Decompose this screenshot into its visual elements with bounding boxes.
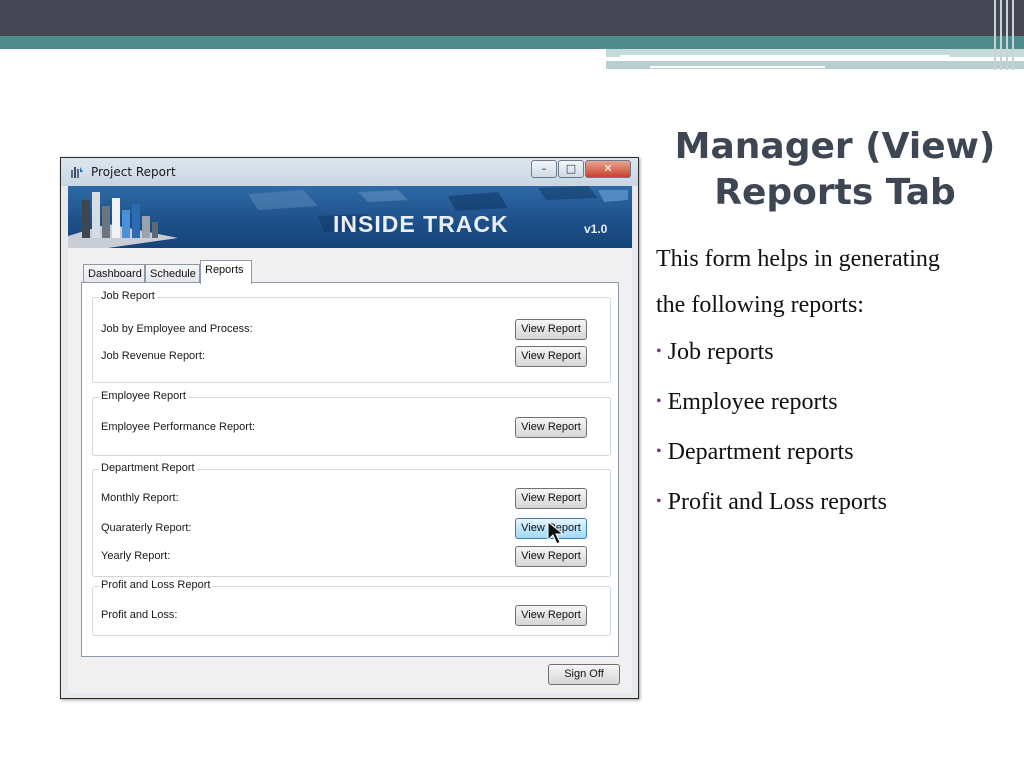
bullet-text: Profit and Loss reports [667, 489, 887, 515]
report-label: Profit and Loss: [101, 609, 178, 621]
inside-track-banner: INSIDE TRACK v1.0 [68, 186, 632, 248]
profit-loss-report-group: Profit and Loss Report Profit and Loss: … [92, 579, 611, 636]
report-label: Monthly Report: [101, 492, 179, 504]
close-button[interactable]: ✕ [585, 160, 631, 178]
bullet-text: Job reports [667, 339, 774, 365]
group-title: Department Report [99, 462, 197, 474]
minimize-button[interactable]: – [531, 160, 557, 178]
bullet-list: • Job reports • Employee reports • Departme… [656, 334, 1016, 534]
button-label: View Report [521, 550, 581, 562]
slide-title-line: Reports Tab [714, 172, 956, 213]
slide-title: Manager (View) Reports Tab [660, 124, 1010, 216]
department-report-group: Department Report Monthly Report: View R… [92, 462, 611, 577]
group-title: Employee Report [99, 390, 188, 402]
bullet-icon: • [656, 493, 662, 510]
button-label: View Report [521, 609, 581, 621]
brand-name: INSIDE TRACK [333, 211, 509, 237]
report-label: Employee Performance Report: [101, 421, 256, 433]
intro-text: the following reports: [656, 292, 864, 318]
bullet-icon: • [656, 343, 662, 360]
view-report-button[interactable]: View Report [515, 319, 587, 340]
button-label: View Report [521, 421, 581, 433]
app-icon [71, 167, 83, 178]
group-title: Profit and Loss Report [99, 579, 213, 591]
slide-header-stripe [1000, 0, 1002, 70]
slide-header-line [650, 66, 825, 68]
report-label: Job by Employee and Process: [101, 323, 253, 335]
slide-header-stripe [1012, 0, 1014, 70]
version-label: v1.0 [584, 222, 608, 236]
project-report-window: Project Report – □ ✕ INSIDE TRACK v1.0 D [60, 157, 639, 699]
slide-body: This form helps in generating the follow… [656, 236, 1016, 534]
tab-dashboard[interactable]: Dashboard [83, 264, 145, 283]
button-label: View Report [521, 323, 581, 335]
slide-header-stripe [1006, 0, 1008, 70]
job-report-group: Job Report Job by Employee and Process: … [92, 290, 611, 383]
close-icon: ✕ [603, 162, 613, 175]
employee-report-group: Employee Report Employee Performance Rep… [92, 390, 611, 456]
slide-header-bar [0, 0, 1024, 36]
view-report-button[interactable]: View Report [515, 346, 587, 367]
tab-reports[interactable]: Reports [200, 260, 252, 284]
bullet-item: • Employee reports [656, 384, 1016, 434]
bullet-text: Employee reports [667, 389, 838, 415]
reports-tab-panel: Job Report Job by Employee and Process: … [81, 282, 619, 657]
window-titlebar[interactable]: Project Report – □ ✕ [61, 158, 638, 186]
view-report-button[interactable]: View Report [515, 605, 587, 626]
group-title: Job Report [99, 290, 157, 302]
slide-header-line [620, 55, 950, 57]
slide-header-stripe [994, 0, 996, 70]
bullet-text: Department reports [667, 439, 854, 465]
bullet-icon: • [656, 393, 662, 410]
view-report-button[interactable]: View Report [515, 488, 587, 509]
mouse-pointer-icon [547, 520, 565, 545]
bullet-item: • Department reports [656, 434, 1016, 484]
maximize-button[interactable]: □ [558, 160, 584, 178]
bullet-icon: • [656, 443, 662, 460]
report-label: Job Revenue Report: [101, 350, 205, 362]
tab-label: Schedule [150, 268, 196, 280]
slide-title-line: Manager (View) [674, 126, 996, 167]
button-label: View Report [521, 492, 581, 504]
sign-off-button[interactable]: Sign Off [548, 664, 620, 685]
bullet-item: • Job reports [656, 334, 1016, 384]
intro-text: This form helps in generating [656, 246, 940, 272]
maximize-icon: □ [565, 162, 577, 175]
tab-label: Reports [205, 264, 244, 276]
tab-schedule[interactable]: Schedule [145, 264, 200, 283]
bullet-item: • Profit and Loss reports [656, 484, 1016, 534]
view-report-button[interactable]: View Report [515, 417, 587, 438]
report-label: Quaraterly Report: [101, 522, 192, 534]
button-label: Sign Off [564, 668, 604, 680]
button-label: View Report [521, 350, 581, 362]
minimize-icon: – [541, 162, 547, 175]
window-client-area: Dashboard Schedule Reports Job Report Jo… [68, 248, 632, 693]
slide-header-accent [0, 36, 1024, 49]
report-label: Yearly Report: [101, 550, 171, 562]
window-title: Project Report [91, 165, 176, 179]
tab-label: Dashboard [88, 268, 142, 280]
